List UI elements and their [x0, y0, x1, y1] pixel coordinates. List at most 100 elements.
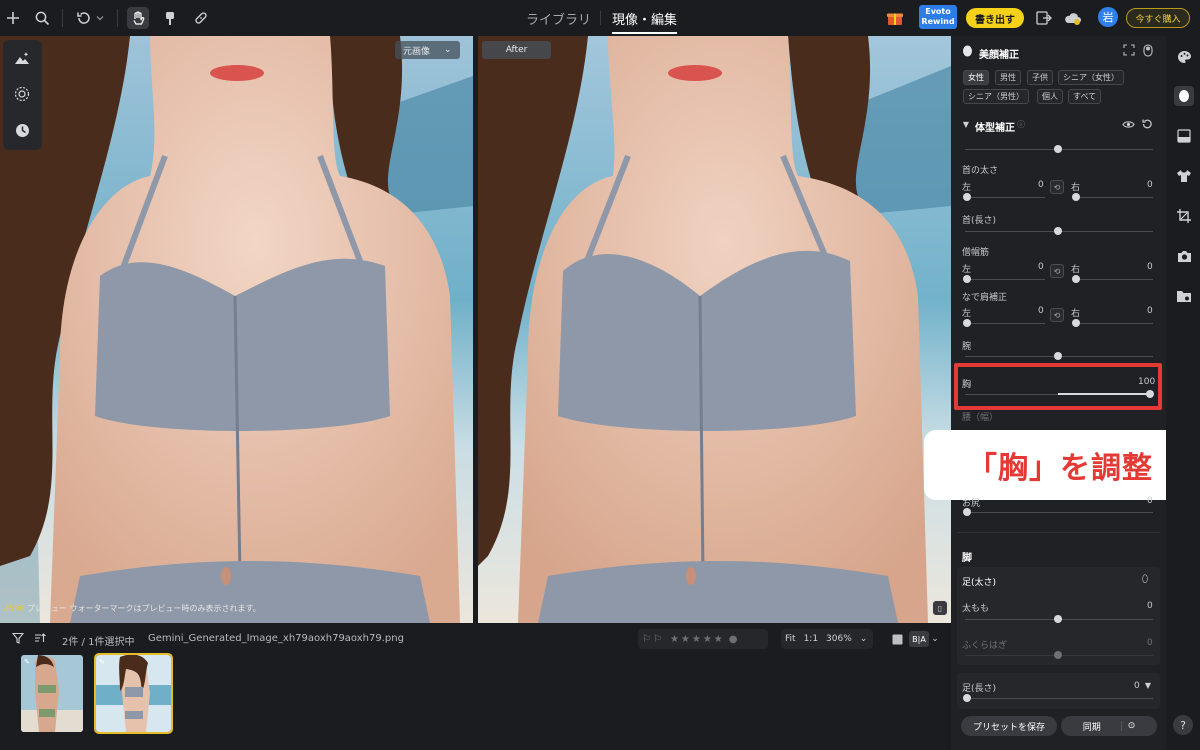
label-shoulder-muscle: 僧帽筋 — [962, 248, 990, 258]
evoto-rewind-badge[interactable]: Evoto Rewind — [919, 5, 957, 29]
tab-library[interactable]: ライブラリ — [526, 9, 591, 28]
buy-now-button[interactable]: 今すぐ購入 — [1126, 8, 1190, 28]
filter-icon[interactable] — [10, 630, 26, 646]
folder-settings-icon[interactable] — [1175, 287, 1193, 305]
original-tag[interactable]: 元画像 ⌄ — [395, 41, 460, 59]
sync-button[interactable]: 同期 ⊙ — [1061, 716, 1157, 736]
gift-box-icon[interactable] — [884, 7, 906, 29]
compare-view-button[interactable]: B|A — [909, 631, 929, 647]
slider-knob-neck-length[interactable] — [1054, 227, 1062, 235]
single-view-icon[interactable] — [890, 631, 904, 647]
value-neck-right: 0 — [1147, 180, 1153, 190]
panel-toggle-icon[interactable]: ▯ — [933, 601, 947, 615]
chip-male[interactable]: 男性 — [995, 70, 1021, 85]
toggle-switch-icon[interactable] — [1141, 43, 1155, 57]
left-tool-palette — [3, 40, 42, 150]
chest-highlight-box — [954, 363, 1162, 410]
section-title-legs: 脚 — [962, 553, 972, 564]
watermark-note: 4596 プレビュー ウォーターマークはプレビュー時のみ表示されます。 — [4, 603, 261, 614]
sort-icon[interactable] — [32, 630, 48, 646]
link-icon[interactable]: ⟲ — [1050, 264, 1064, 278]
caret-down-icon[interactable]: ▼ — [1142, 678, 1154, 692]
original-preview[interactable]: 元画像 ⌄ — [0, 36, 473, 623]
add-icon[interactable] — [2, 7, 24, 29]
texture-icon[interactable] — [12, 84, 32, 104]
search-icon[interactable] — [31, 7, 53, 29]
color-label-icon[interactable]: ● — [729, 634, 740, 645]
auto-adjust-icon[interactable] — [12, 48, 32, 68]
sync-button-label: 同期 — [1082, 722, 1101, 733]
slider-knob-slope-left[interactable] — [963, 319, 971, 327]
chip-individual[interactable]: 個人 — [1037, 89, 1063, 104]
clothing-icon[interactable] — [1175, 167, 1193, 185]
rating-control[interactable]: ⚐⚐ ★★★★★ ● — [638, 629, 768, 649]
tab-develop-edit[interactable]: 現像・編集 — [612, 9, 678, 34]
crop-icon[interactable] — [1175, 207, 1193, 225]
eye-icon[interactable] — [1121, 117, 1135, 131]
label-thigh: 太もも — [962, 604, 990, 614]
undo-history-chevron-icon[interactable] — [93, 7, 107, 29]
zoom-level-select[interactable]: 306% — [822, 634, 856, 644]
section-title-body: 体型補正 — [975, 123, 1015, 134]
chip-senior-female[interactable]: シニア（女性） — [1058, 70, 1124, 85]
chip-all[interactable]: すべて — [1068, 89, 1102, 104]
slider-track-shoulder-right — [1075, 279, 1153, 280]
slider-knob-legs-length[interactable] — [963, 694, 971, 702]
face-select-icon[interactable] — [1122, 43, 1136, 57]
cloud-sync-icon[interactable] — [1062, 7, 1084, 29]
thumbnail-1[interactable]: ✎ — [21, 655, 83, 732]
slider-knob-hip[interactable] — [963, 508, 971, 516]
zoom-control: Fit 1:1 306% ⌄ — [781, 629, 873, 649]
face-retouch-icon[interactable] — [1174, 86, 1194, 106]
export-queue-icon[interactable] — [1033, 7, 1055, 29]
bandage-icon[interactable] — [190, 7, 212, 29]
slider-knob-neck-right[interactable] — [1072, 193, 1080, 201]
chip-female[interactable]: 女性 — [963, 70, 989, 85]
brush-icon[interactable] — [159, 7, 181, 29]
zoom-one-to-one-button[interactable]: 1:1 — [800, 634, 822, 644]
slider-knob-shoulder-left[interactable] — [963, 275, 971, 283]
camera-icon[interactable] — [1175, 247, 1193, 265]
slider-track-shoulder-left — [965, 279, 1045, 280]
slider-knob-shoulder-right[interactable] — [1072, 275, 1080, 283]
link-icon[interactable]: ⟲ — [1050, 308, 1064, 322]
label-hip: お尻 — [962, 499, 981, 509]
thumbnail-2-selected[interactable]: ✎ — [94, 653, 173, 734]
collapse-triangle-icon[interactable]: ▼ — [960, 117, 972, 131]
save-preset-button[interactable]: プリセットを保存 — [961, 716, 1057, 736]
star-rating[interactable]: ★★★★★ — [670, 634, 725, 645]
export-button[interactable]: 書き出す — [966, 8, 1024, 28]
chevron-down-icon[interactable]: ⌄ — [856, 634, 872, 644]
zoom-fit-button[interactable]: Fit — [781, 634, 800, 644]
palette-icon[interactable] — [1175, 48, 1193, 66]
label-right: 右 — [1071, 265, 1081, 275]
slider-knob-thigh[interactable] — [1054, 615, 1062, 623]
watermark-note-count: 4596 — [4, 604, 25, 613]
sync-settings-icon[interactable]: ⊙ — [1120, 721, 1135, 731]
label-slope-shoulder: なで肩補正 — [962, 293, 1008, 303]
link-icon[interactable]: ⟲ — [1050, 180, 1064, 194]
toggle-switch-icon[interactable]: ⬯ — [1138, 572, 1152, 586]
gradient-icon[interactable] — [1175, 127, 1193, 145]
hand-tool-icon[interactable] — [127, 7, 149, 29]
label-legs-thickness: 足(太さ) — [962, 578, 997, 588]
flag-icon[interactable]: ⚐⚐ — [642, 634, 664, 645]
help-circle-icon[interactable]: ⓘ — [1015, 117, 1027, 131]
slider-knob-arm[interactable] — [1054, 352, 1062, 360]
after-preview[interactable]: After — [478, 36, 951, 623]
chevron-down-icon[interactable]: ⌄ — [929, 631, 941, 647]
history-clock-icon[interactable] — [12, 120, 32, 140]
undo-icon[interactable] — [72, 7, 94, 29]
chip-child[interactable]: 子供 — [1027, 70, 1053, 85]
user-avatar[interactable]: 岩 — [1098, 7, 1118, 27]
chip-senior-male[interactable]: シニア（男性） — [963, 89, 1029, 104]
slider-knob-calf[interactable] — [1054, 651, 1062, 659]
reset-icon[interactable] — [1140, 117, 1154, 131]
slider-knob-top[interactable] — [1054, 145, 1062, 153]
slider-knob-slope-right[interactable] — [1072, 319, 1080, 327]
slider-knob-neck-left[interactable] — [963, 193, 971, 201]
label-right: 右 — [1071, 309, 1081, 319]
svg-text:✎: ✎ — [99, 658, 105, 666]
help-button[interactable]: ? — [1173, 715, 1193, 735]
slider-track-neck-left — [965, 197, 1045, 198]
